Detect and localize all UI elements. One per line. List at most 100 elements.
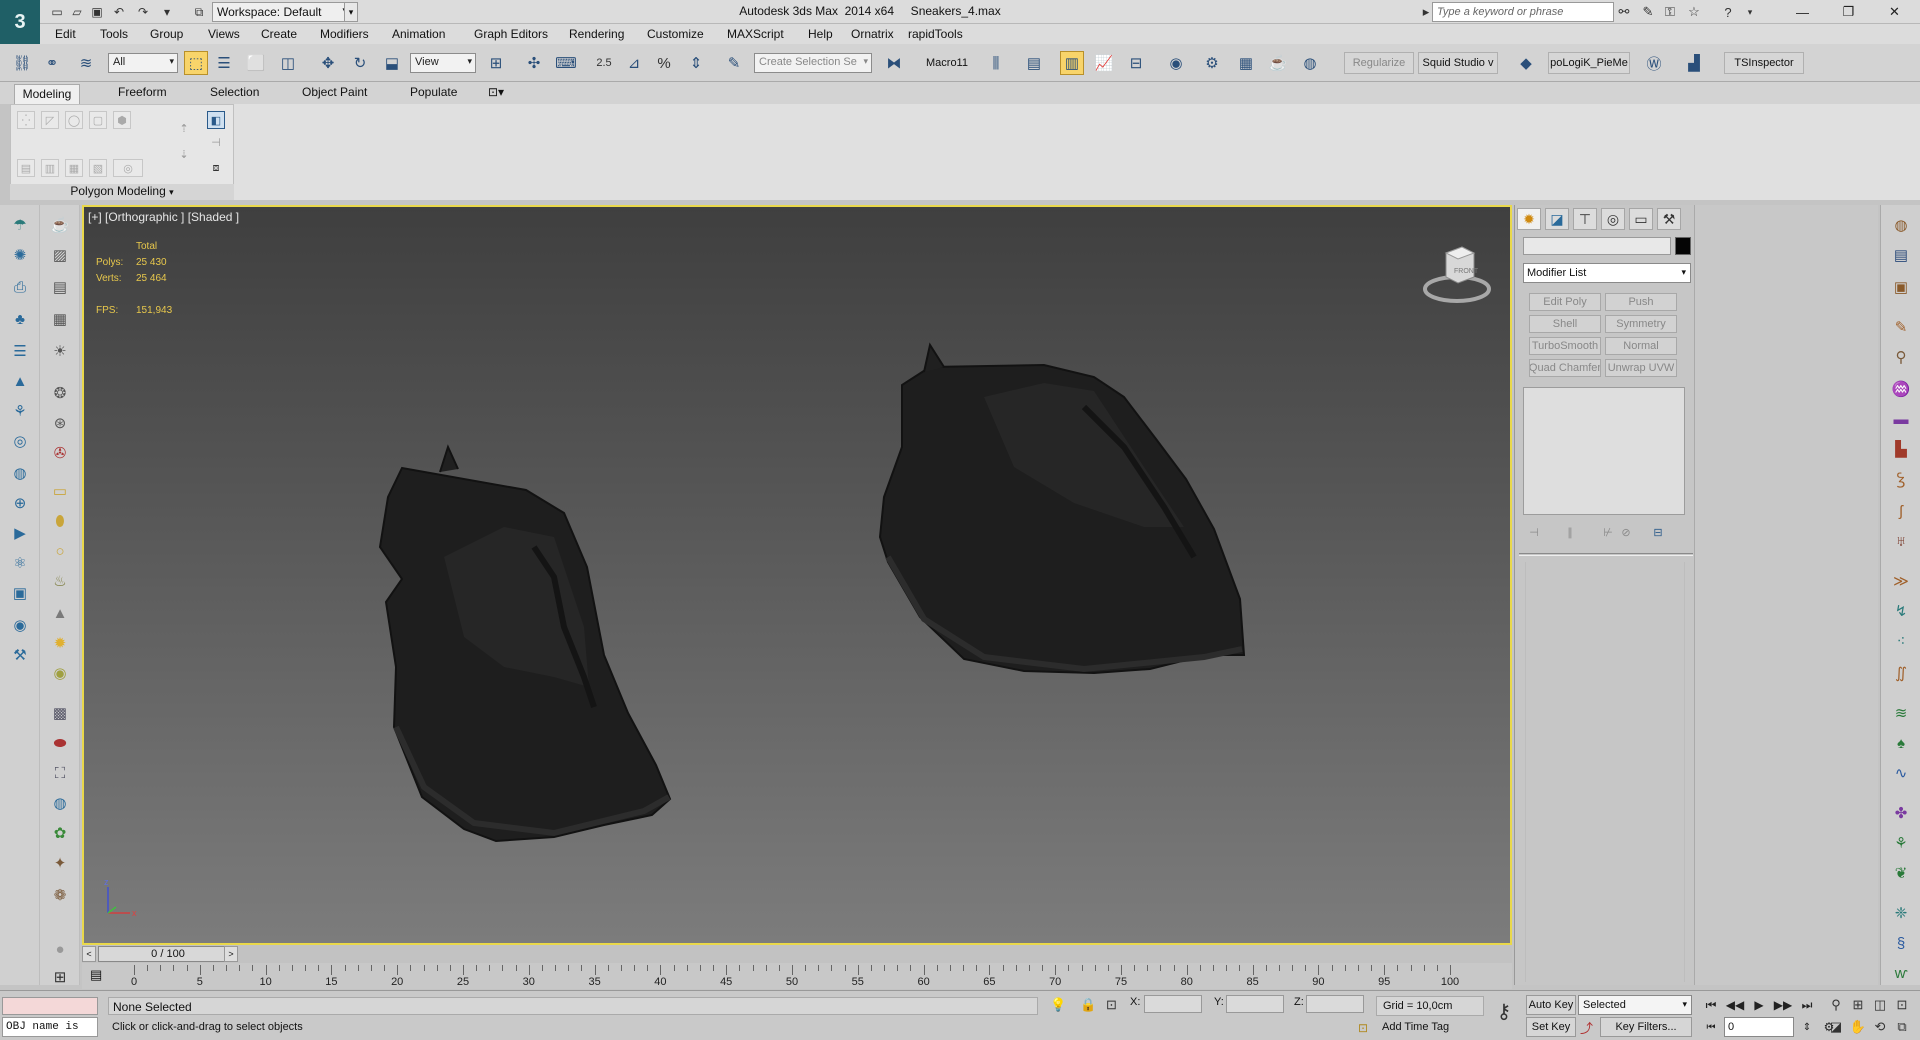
regularize-button[interactable]: Regularize (1344, 52, 1414, 74)
film-reel-icon[interactable]: ✇ (48, 441, 72, 465)
workspace-menu-icon[interactable]: ▾ (344, 2, 358, 22)
default-tangents-icon[interactable]: ⤴ (1580, 1018, 1593, 1037)
previous-frame-icon[interactable]: ◀◀ (1724, 995, 1746, 1015)
pin-stack-icon[interactable]: ⊣ (207, 133, 225, 151)
scatter-icon[interactable]: ⁖ (1889, 629, 1913, 653)
grid-object-icon[interactable]: ▩ (48, 701, 72, 725)
z-coordinate-field[interactable] (1306, 995, 1364, 1013)
tree-brush-icon[interactable]: ♠ (1889, 731, 1913, 755)
cone-primitive-icon[interactable]: ▲ (48, 601, 72, 625)
octopus-icon[interactable]: ✤ (1889, 801, 1913, 825)
search-input[interactable]: Type a keyword or phrase (1432, 2, 1614, 22)
maximize-viewport-icon[interactable]: ⧉ (1892, 1017, 1912, 1037)
undo-dropdown-icon[interactable]: ▾ (158, 3, 176, 21)
atom-icon[interactable]: ❂ (48, 381, 72, 405)
border-icon[interactable]: ◯ (65, 111, 83, 129)
ribbon-options-icon[interactable]: ⊡▾ (488, 85, 504, 99)
schematic-view-icon[interactable]: ⊟ (1124, 51, 1148, 75)
make-unique-icon[interactable]: ⊬ (1599, 523, 1617, 541)
wrench-icon[interactable]: ⚒ (8, 643, 32, 667)
show-end-result-icon[interactable]: ◧ (207, 111, 225, 129)
pan-view-icon[interactable]: ✋ (1848, 1017, 1868, 1037)
wave-icon[interactable]: ∿ (1889, 761, 1913, 785)
shell-button[interactable]: Shell (1529, 315, 1601, 333)
tab-freeform[interactable]: Freeform (118, 85, 167, 99)
select-and-manipulate-icon[interactable]: ✣ (522, 51, 546, 75)
sneaker-right[interactable] (878, 342, 1246, 675)
normal-button[interactable]: Normal (1605, 337, 1677, 355)
project-folder-icon[interactable]: ⧉ (190, 3, 208, 21)
list-icon[interactable]: ☰ (8, 339, 32, 363)
transform-icon[interactable]: ⊕ (8, 491, 32, 515)
select-and-move-icon[interactable]: ✥ (316, 51, 340, 75)
unwrap-uvw-button[interactable]: Unwrap UVW (1605, 359, 1677, 377)
key-mode-toggle-icon[interactable]: ⏮ (1700, 1017, 1722, 1037)
braid-icon[interactable]: ♅ (1889, 529, 1913, 553)
object-name-field[interactable] (1523, 237, 1671, 255)
zoom-all-icon[interactable]: ⊞ (1848, 995, 1868, 1015)
key-filters-button[interactable]: Key Filters... (1600, 1017, 1692, 1037)
curve-editor-icon[interactable]: 📈 (1092, 51, 1116, 75)
polygon-icon[interactable]: ▢ (89, 111, 107, 129)
tab-populate[interactable]: Populate (410, 85, 457, 99)
wind-icon[interactable]: ≋ (1889, 701, 1913, 725)
menu-create[interactable]: Create (261, 27, 297, 41)
edit-poly-button[interactable]: Edit Poly (1529, 293, 1601, 311)
select-and-link-icon[interactable]: ⛓ (10, 51, 34, 75)
key-icon[interactable]: ⚿ (1660, 3, 1680, 21)
sphere-icon[interactable]: ⬮ (48, 509, 72, 533)
window-crossing-icon[interactable]: ◫ (276, 51, 300, 75)
new-file-icon[interactable]: ▭ (48, 3, 66, 21)
animal-icon[interactable]: ✦ (48, 851, 72, 875)
remove-modifier-icon[interactable]: ⊘ (1617, 523, 1635, 541)
ring-icon[interactable]: ◎ (8, 429, 32, 453)
x-coordinate-field[interactable] (1144, 995, 1202, 1013)
list-panel-icon[interactable]: ▤ (1889, 243, 1913, 267)
layer-manager-icon[interactable]: ▤ (1022, 51, 1046, 75)
select-and-scale-icon[interactable]: ⬓ (380, 51, 404, 75)
turbosmooth-button[interactable]: TurboSmooth (1529, 337, 1601, 355)
modifier-stack[interactable] (1523, 387, 1685, 515)
snaps-toggle-icon[interactable]: 2.5 (592, 51, 616, 75)
reference-coordinate-dropdown[interactable]: View ▾ (410, 53, 476, 73)
disc-icon[interactable]: ◉ (48, 661, 72, 685)
magnifier-icon[interactable]: ⚲ (1889, 345, 1913, 369)
plugin-w-icon[interactable]: Ⓦ (1642, 51, 1666, 75)
time-slider-left-arrow-icon[interactable]: < (82, 946, 96, 962)
play-icon[interactable]: ▶ (1748, 995, 1770, 1015)
maximize-icon[interactable]: ❐ (1826, 0, 1871, 24)
absolute-mode-icon[interactable]: ⊡ (1106, 997, 1117, 1013)
symmetry-button[interactable]: Symmetry (1605, 315, 1677, 333)
go-to-start-icon[interactable]: ⏮ (1700, 995, 1722, 1015)
hair-strand-icon[interactable]: ♒ (1889, 377, 1913, 401)
drum-icon[interactable]: ◍ (1889, 213, 1913, 237)
pot-icon[interactable]: ♨ (48, 569, 72, 593)
menu-graph-editors[interactable]: Graph Editors (474, 27, 548, 41)
render-iterative-icon[interactable]: ◍ (1298, 51, 1322, 75)
time-slider[interactable]: < 0 / 100 > (82, 945, 1512, 963)
quad-chamfer-button[interactable]: Quad Chamfer (1529, 359, 1601, 377)
plugin-script-icon[interactable]: ▟ (1682, 51, 1706, 75)
comb-icon[interactable]: ▬ (1889, 407, 1913, 431)
zoom-extents-icon[interactable]: ◫ (1870, 995, 1890, 1015)
pill-icon[interactable]: ⬬ (48, 731, 72, 755)
curl-icon[interactable]: Ꝣ (1889, 467, 1913, 491)
key-selection-set-dropdown[interactable]: Selected ▾ (1578, 995, 1692, 1015)
scene-explorer-icon[interactable]: ▥ (1060, 51, 1084, 75)
auto-key-button[interactable]: Auto Key (1526, 995, 1576, 1015)
named-selection-dropdown[interactable]: Create Selection Se ▾ (754, 53, 872, 73)
select-object-icon[interactable]: ⬚ (184, 51, 208, 75)
utilities-tab-icon[interactable]: ⚒ (1657, 208, 1681, 230)
create-tab-icon[interactable]: ✹ (1517, 208, 1541, 230)
unlink-selection-icon[interactable]: ⚭ (40, 51, 64, 75)
communication-center-icon[interactable]: ✎ (1638, 3, 1658, 21)
seaweed-icon[interactable]: § (1889, 931, 1913, 955)
media-icon[interactable]: ▶ (8, 521, 32, 545)
coral-icon[interactable]: ❈ (1889, 901, 1913, 925)
use-stack-icon[interactable]: ▧ (89, 159, 107, 177)
menu-ornatrix[interactable]: Ornatrix (851, 27, 894, 41)
menu-animation[interactable]: Animation (392, 27, 445, 41)
leaf-icon[interactable]: ❦ (1889, 861, 1913, 885)
modify-mode-icon[interactable]: ▤ (17, 159, 35, 177)
box-icon[interactable]: ▣ (1889, 275, 1913, 299)
